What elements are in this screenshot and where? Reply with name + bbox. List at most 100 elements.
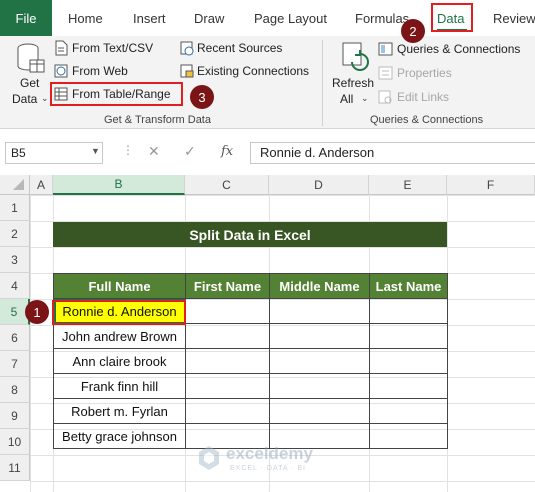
refresh-icon [342,42,369,71]
row-header-6[interactable]: 6 [0,325,30,351]
refresh-all-label-1: Refresh [332,76,375,90]
watermark-brand: exceldemy [226,444,313,463]
column-header-e[interactable]: E [369,175,447,195]
from-text-csv-label: From Text/CSV [72,41,154,55]
edit-links-label: Edit Links [397,90,450,104]
full-name-cell[interactable]: Frank finn hill [53,373,186,399]
row-header-11[interactable]: 11 [0,455,30,481]
full-name-cell[interactable]: Robert m. Fyrlan [53,398,186,424]
properties-label: Properties [397,66,452,80]
recent-sources-icon [180,41,194,56]
tab-review[interactable]: Review [493,0,535,36]
last-name-cell[interactable] [369,398,448,424]
middle-name-cell[interactable] [269,323,370,349]
column-header-f[interactable]: F [447,175,535,195]
callout-badge-3: 3 [190,85,214,109]
header-full-name[interactable]: Full Name [53,273,186,299]
last-name-cell[interactable] [369,323,448,349]
row-header-7[interactable]: 7 [0,351,30,377]
table-row: Robert m. Fyrlan [53,398,448,424]
chevron-down-icon: ⌄ [361,93,369,103]
get-data-button[interactable]: Get Data ⌄ [8,42,49,108]
queries-connections-label: Queries & Connections [397,42,521,56]
selected-cell-highlight-box [52,300,186,325]
last-name-cell[interactable] [369,348,448,374]
first-name-cell[interactable] [185,323,270,349]
group-separator [322,40,323,126]
text-file-icon [55,40,68,56]
table-row: Frank finn hill [53,373,448,399]
edit-links-icon [378,90,392,104]
formula-bar-grip-icon: ⋮ [122,143,134,157]
row-header-8[interactable]: 8 [0,377,30,403]
row-header-3[interactable]: 3 [0,247,30,273]
confirm-entry-icon[interactable]: ✓ [184,143,196,160]
first-name-cell[interactable] [185,348,270,374]
existing-connections-icon [180,64,194,78]
last-name-cell[interactable] [369,373,448,399]
row-header-2[interactable]: 2 [0,221,30,247]
column-header-d[interactable]: D [269,175,369,195]
column-header-a[interactable]: A [30,175,53,195]
tab-file[interactable]: File [0,0,52,36]
middle-name-cell[interactable] [269,348,370,374]
callout-badge-1: 1 [25,300,49,324]
callout-badge-2: 2 [401,19,425,43]
get-transform-group-label: Get & Transform Data [104,114,211,126]
get-data-label-2: Data [12,92,38,106]
ribbon: Get Data ⌄ From Text/CSV From Web From T… [0,36,535,129]
from-table-range-highlight-box [50,82,183,106]
first-name-cell[interactable] [185,298,270,324]
tab-page-layout[interactable]: Page Layout [254,0,327,36]
database-icon [17,43,45,73]
first-name-cell[interactable] [185,373,270,399]
column-header-c[interactable]: C [185,175,269,195]
watermark-tagline: EXCEL · DATA · BI [230,465,306,472]
from-web-label: From Web [72,64,128,78]
name-box[interactable]: B5 [5,142,103,164]
header-first-name[interactable]: First Name [185,273,270,299]
sheet-title[interactable]: Split Data in Excel [53,222,447,247]
queries-connections-icon [378,42,393,56]
exceldemy-logo-icon [199,446,219,470]
tab-draw[interactable]: Draw [194,0,224,36]
last-name-cell[interactable] [369,423,448,449]
tab-insert[interactable]: Insert [133,0,166,36]
first-name-cell[interactable] [185,398,270,424]
ribbon-tab-bar: File Home Insert Draw Page Layout Formul… [0,0,535,36]
web-globe-icon [54,64,68,78]
chevron-down-icon: ⌄ [41,93,49,103]
data-tab-highlight-box [431,3,473,32]
row-header-10[interactable]: 10 [0,429,30,455]
full-name-cell[interactable]: John andrew Brown [53,323,186,349]
existing-connections-label: Existing Connections [197,64,310,78]
header-middle-name[interactable]: Middle Name [269,273,370,299]
table-row: John andrew Brown [53,323,448,349]
tab-home[interactable]: Home [68,0,103,36]
refresh-all-button[interactable]: Refresh All ⌄ [332,42,376,108]
select-all-corner[interactable] [0,175,30,195]
middle-name-cell[interactable] [269,398,370,424]
insert-function-icon[interactable]: fx [221,144,233,159]
full-name-cell[interactable]: Betty grace johnson [53,423,186,449]
recent-sources-label: Recent Sources [197,41,283,55]
row-header-4[interactable]: 4 [0,273,30,299]
table-row: Ann claire brook [53,348,448,374]
get-data-label-1: Get [20,76,40,90]
last-name-cell[interactable] [369,298,448,324]
middle-name-cell[interactable] [269,298,370,324]
table-header-row: Full Name First Name Middle Name Last Na… [53,273,448,299]
row-header-1[interactable]: 1 [0,195,30,221]
full-name-cell[interactable]: Ann claire brook [53,348,186,374]
properties-icon [378,66,393,80]
formula-input[interactable]: Ronnie d. Anderson [250,142,535,164]
header-last-name[interactable]: Last Name [369,273,448,299]
refresh-all-label-2: All [340,92,354,106]
select-all-triangle-icon [13,179,24,190]
column-header-b[interactable]: B [53,175,185,195]
name-box-dropdown-icon[interactable]: ▼ [91,146,100,156]
middle-name-cell[interactable] [269,373,370,399]
row-header-9[interactable]: 9 [0,403,30,429]
queries-connections-group-label: Queries & Connections [370,114,484,126]
cancel-entry-icon[interactable]: ✕ [148,143,160,160]
